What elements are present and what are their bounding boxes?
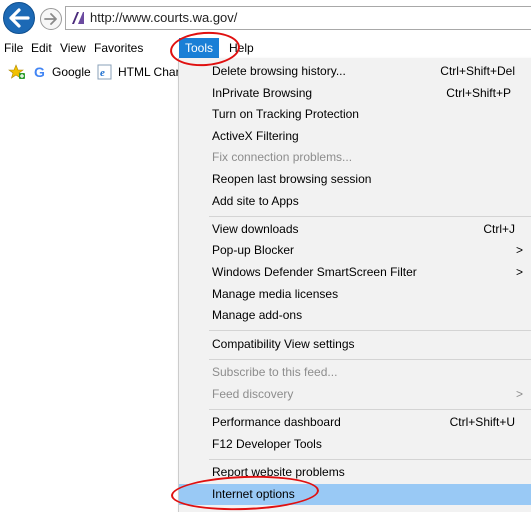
svg-text:e: e <box>100 67 105 79</box>
favorite-html-char-label: HTML Char <box>118 65 180 79</box>
menu-item-label: Compatibility View settings <box>212 337 355 351</box>
menu-separator <box>209 409 531 410</box>
forward-arrow-icon <box>44 13 57 25</box>
menu-item-smartscreen-filter[interactable]: Windows Defender SmartScreen Filter > <box>179 262 531 283</box>
menu-item-label: Windows Defender SmartScreen Filter <box>212 265 417 279</box>
menu-item-label: Add site to Apps <box>212 194 299 208</box>
forward-button[interactable] <box>40 8 62 30</box>
menu-item-label: Manage add-ons <box>212 308 303 322</box>
address-row: http://www.courts.wa.gov/ <box>0 0 531 36</box>
menu-item-compatibility-view-settings[interactable]: Compatibility View settings <box>179 334 531 355</box>
menu-separator <box>209 359 531 360</box>
menu-item-label: View downloads <box>212 222 299 236</box>
menu-item-tracking-protection[interactable]: Turn on Tracking Protection <box>179 104 531 125</box>
menu-bar: File Edit View Favorites Tools Help <box>0 38 531 58</box>
menu-item-feed-discovery: Feed discovery > <box>179 384 531 405</box>
menu-item-label: Performance dashboard <box>212 415 341 429</box>
menu-item-shortcut: Ctrl+J <box>483 222 515 236</box>
menu-edit[interactable]: Edit <box>31 38 52 58</box>
menu-tools[interactable]: Tools <box>179 38 220 58</box>
menu-item-activex-filtering[interactable]: ActiveX Filtering <box>179 126 531 147</box>
menu-item-manage-add-ons[interactable]: Manage add-ons <box>179 305 531 326</box>
menu-item-internet-options[interactable]: Internet options <box>179 484 531 505</box>
menu-item-popup-blocker[interactable]: Pop-up Blocker > <box>179 240 531 261</box>
menu-separator <box>209 330 531 331</box>
menu-item-label: InPrivate Browsing <box>212 86 313 100</box>
menu-item-shortcut: Ctrl+Shift+U <box>449 415 515 429</box>
menu-item-label: Fix connection problems... <box>212 150 353 164</box>
add-favorites-star-icon[interactable] <box>8 64 26 80</box>
menu-item-label: Pop-up Blocker <box>212 243 295 257</box>
back-arrow-icon <box>9 8 30 28</box>
menu-item-f12-developer-tools[interactable]: F12 Developer Tools <box>179 434 531 455</box>
menu-item-report-website-problems[interactable]: Report website problems <box>179 462 531 483</box>
menu-item-label: Internet options <box>212 487 295 501</box>
url-text: http://www.courts.wa.gov/ <box>90 10 238 25</box>
menu-item-label: Turn on Tracking Protection <box>212 107 359 121</box>
menu-item-reopen-last-session[interactable]: Reopen last browsing session <box>179 169 531 190</box>
menu-item-inprivate-browsing[interactable]: InPrivate Browsing Ctrl+Shift+P <box>179 83 531 104</box>
menu-item-delete-browsing-history[interactable]: Delete browsing history... Ctrl+Shift+De… <box>179 61 531 82</box>
menu-item-shortcut: Ctrl+Shift+P <box>446 86 511 100</box>
menu-help[interactable]: Help <box>229 38 254 58</box>
menu-item-label: Report website problems <box>212 465 345 479</box>
favorite-google-label: Google <box>52 65 91 79</box>
menu-item-label: ActiveX Filtering <box>212 129 299 143</box>
browser-window: http://www.courts.wa.gov/ File Edit View… <box>0 0 531 512</box>
address-bar[interactable]: http://www.courts.wa.gov/ <box>65 6 531 30</box>
site-favicon-icon <box>71 11 85 25</box>
menu-item-label: Manage media licenses <box>212 287 339 301</box>
menu-item-label: F12 Developer Tools <box>212 437 322 451</box>
menu-item-label: Reopen last browsing session <box>212 172 372 186</box>
menu-item-label: Feed discovery <box>212 387 294 401</box>
svg-text:G: G <box>34 64 45 80</box>
chevron-right-icon: > <box>515 265 523 279</box>
menu-item-manage-media-licenses[interactable]: Manage media licenses <box>179 284 531 305</box>
menu-item-subscribe-to-feed: Subscribe to this feed... <box>179 362 531 383</box>
back-button[interactable] <box>3 2 35 34</box>
menu-item-add-site-to-apps[interactable]: Add site to Apps <box>179 191 531 212</box>
chevron-right-icon: > <box>515 243 523 257</box>
menu-item-view-downloads[interactable]: View downloads Ctrl+J <box>179 219 531 240</box>
ie-page-icon: e <box>97 64 112 80</box>
tools-menu: Delete browsing history... Ctrl+Shift+De… <box>178 58 531 512</box>
menu-separator <box>209 459 531 460</box>
chevron-right-icon: > <box>515 387 523 401</box>
menu-item-label: Delete browsing history... <box>212 64 346 78</box>
menu-item-performance-dashboard[interactable]: Performance dashboard Ctrl+Shift+U <box>179 412 531 433</box>
menu-separator <box>209 216 531 217</box>
menu-favorites[interactable]: Favorites <box>94 38 143 58</box>
google-icon: G <box>34 64 45 80</box>
menu-item-shortcut: Ctrl+Shift+Del <box>440 64 515 78</box>
menu-file[interactable]: File <box>4 38 23 58</box>
menu-view[interactable]: View <box>60 38 86 58</box>
menu-item-label: Subscribe to this feed... <box>212 365 338 379</box>
menu-item-fix-connection-problems: Fix connection problems... <box>179 147 531 168</box>
